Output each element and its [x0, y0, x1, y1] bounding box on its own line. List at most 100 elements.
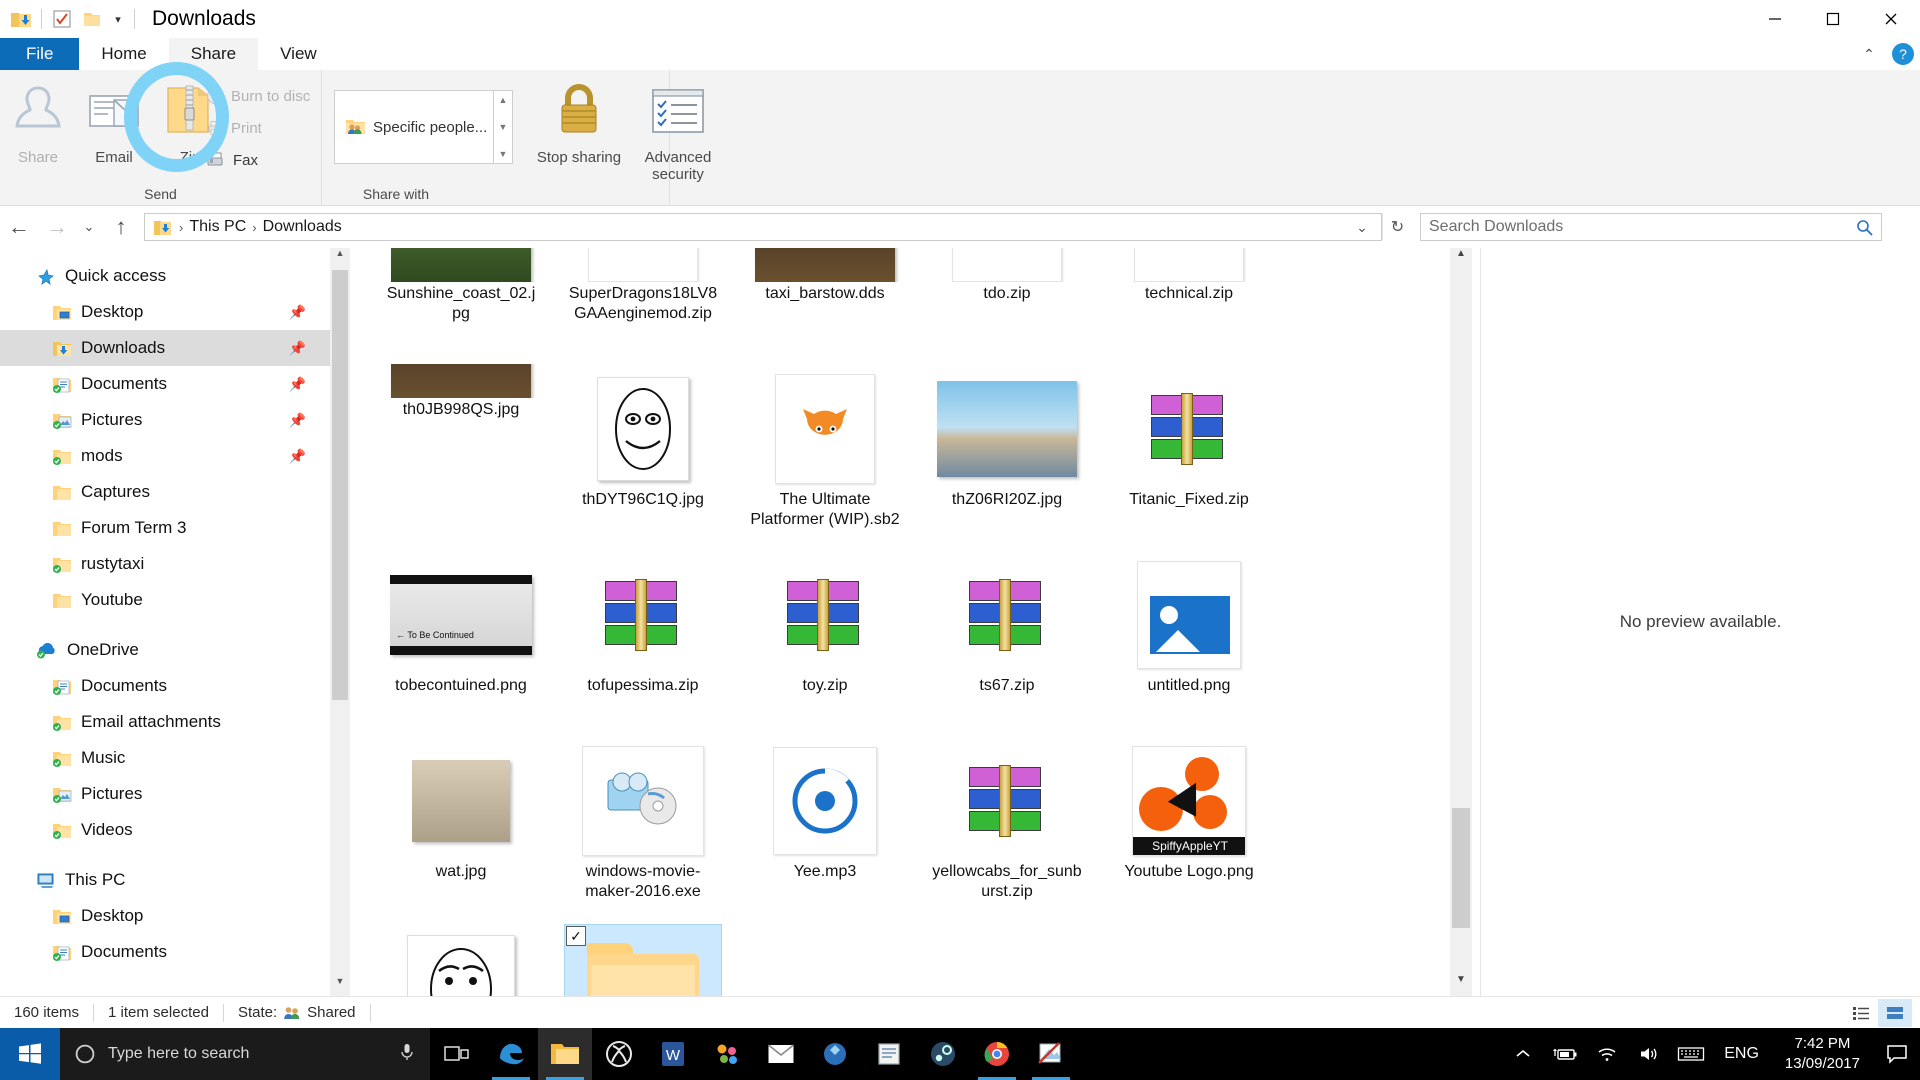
file-tile[interactable]: taxi_barstow.dds	[734, 248, 916, 364]
specific-people-item[interactable]: Specific people...	[335, 117, 487, 137]
maximize-button[interactable]	[1804, 0, 1862, 38]
search-input[interactable]: Search Downloads	[1420, 213, 1882, 241]
up-button[interactable]: ↑	[102, 206, 140, 248]
speaker-icon[interactable]	[1628, 1028, 1670, 1080]
chevron-up-icon[interactable]	[1502, 1028, 1544, 1080]
print-button[interactable]: Print	[206, 112, 316, 144]
breadcrumb-this-pc[interactable]: This PC	[189, 218, 246, 236]
file-tile[interactable]: SpiffyAppleYT Youtube Logo.png	[1098, 736, 1280, 922]
file-tile[interactable]: yellowcabs_for_sunburst.zip	[916, 736, 1098, 922]
file-tile-checkbox[interactable]: ✓	[566, 926, 586, 946]
tab-file[interactable]: File	[0, 38, 80, 70]
tab-share[interactable]: Share	[168, 38, 259, 70]
close-button[interactable]	[1862, 0, 1920, 38]
file-tile[interactable]: toy.zip	[734, 550, 916, 736]
fax-button[interactable]: Fax	[206, 144, 316, 176]
checkbox-properties-icon[interactable]	[47, 4, 77, 34]
file-tile[interactable]: ✓TEST	[552, 922, 734, 996]
taskbar-app-notepad-icon[interactable]	[862, 1028, 916, 1080]
file-list-scrollbar[interactable]: ▲ ▼	[1450, 248, 1472, 996]
tab-home[interactable]: Home	[79, 38, 168, 70]
gallery-scroll-up-icon[interactable]: ▲	[499, 95, 508, 105]
taskbar-app-chrome-icon[interactable]	[970, 1028, 1024, 1080]
pin-icon[interactable]: 📌	[289, 340, 306, 357]
advanced-security-button[interactable]: Advanced security	[622, 78, 734, 184]
pin-icon[interactable]: 📌	[289, 448, 306, 465]
sidebar-item-this-pc-documents[interactable]: Documents	[0, 934, 330, 970]
battery-charging-icon[interactable]	[1544, 1028, 1586, 1080]
email-button[interactable]: Email	[76, 78, 152, 166]
language-indicator[interactable]: ENG	[1712, 1045, 1771, 1063]
wifi-icon[interactable]	[1586, 1028, 1628, 1080]
details-view-button[interactable]	[1844, 999, 1878, 1027]
file-scroll-up-icon[interactable]: ▲	[1450, 248, 1472, 270]
file-tile[interactable]: untitled.png	[1098, 550, 1280, 736]
pin-icon[interactable]: 📌	[289, 304, 306, 321]
file-tile[interactable]: The Ultimate Platformer (WIP).sb2	[734, 364, 916, 550]
gallery-expand-icon[interactable]: ▼	[499, 149, 508, 159]
sidebar-group-onedrive[interactable]: OneDrive	[0, 632, 330, 668]
file-tile[interactable]: Y-U-NO-Guy-Meme-Face.jpg	[370, 922, 552, 996]
share-button[interactable]: Share	[0, 78, 76, 166]
back-button[interactable]: ←	[0, 206, 38, 248]
burn-to-disc-button[interactable]: Burn to disc	[206, 80, 316, 112]
file-tile[interactable]: SuperDragons18LV8GAAenginemod.zip	[552, 248, 734, 364]
sidebar-item-rustytaxi[interactable]: rustytaxi	[0, 546, 330, 582]
sidebar-group-this-pc[interactable]: This PC	[0, 862, 330, 898]
file-tile[interactable]: windows-movie-maker-2016.exe	[552, 736, 734, 922]
help-icon[interactable]: ?	[1892, 43, 1914, 65]
gallery-scroll-down-icon[interactable]: ▼	[499, 122, 508, 132]
new-folder-icon[interactable]	[77, 4, 107, 34]
sidebar-item-youtube[interactable]: Youtube	[0, 582, 330, 618]
file-tile[interactable]: th0JB998QS.jpg	[370, 364, 552, 480]
sidebar-item-onedrive-documents[interactable]: Documents	[0, 668, 330, 704]
customize-quick-access-caret-icon[interactable]: ▾	[107, 5, 129, 33]
file-tile[interactable]: ← To Be Continued tobecontuined.png	[370, 550, 552, 736]
keyboard-icon[interactable]	[1670, 1028, 1712, 1080]
nav-scroll-thumb[interactable]	[332, 270, 348, 700]
taskbar-app-edge-icon[interactable]	[484, 1028, 538, 1080]
collapse-ribbon-icon[interactable]: ⌃	[1856, 46, 1882, 63]
sidebar-item-forum-term-3[interactable]: Forum Term 3	[0, 510, 330, 546]
sidebar-item-desktop[interactable]: Desktop 📌	[0, 294, 330, 330]
taskbar-app-scratch-icon[interactable]	[700, 1028, 754, 1080]
taskbar-app-mail-icon[interactable]	[754, 1028, 808, 1080]
downloads-folder-icon[interactable]	[6, 4, 36, 34]
file-tile[interactable]: tofupessima.zip	[552, 550, 734, 736]
address-path-field[interactable]: › This PC › Downloads ⌄	[144, 213, 1382, 241]
pin-icon[interactable]: 📌	[289, 376, 306, 393]
sidebar-item-email-attachments[interactable]: Email attachments	[0, 704, 330, 740]
sidebar-item-downloads[interactable]: Downloads 📌	[0, 330, 330, 366]
action-center-icon[interactable]	[1874, 1028, 1920, 1080]
file-tile[interactable]: Titanic_Fixed.zip	[1098, 364, 1280, 550]
file-tile[interactable]: Yee.mp3	[734, 736, 916, 922]
file-scroll-down-icon[interactable]: ▼	[1450, 974, 1472, 996]
sidebar-item-captures[interactable]: Captures	[0, 474, 330, 510]
taskbar-app-rocket-league-icon[interactable]	[808, 1028, 862, 1080]
sidebar-item-videos[interactable]: Videos	[0, 812, 330, 848]
clock[interactable]: 7:42 PM 13/09/2017	[1771, 1034, 1874, 1075]
taskbar-app-paint-icon[interactable]	[1024, 1028, 1078, 1080]
file-tile[interactable]: thDYT96C1Q.jpg	[552, 364, 734, 550]
share-with-gallery-scrollbar[interactable]: ▲ ▼ ▼	[494, 90, 513, 164]
minimize-button[interactable]	[1746, 0, 1804, 38]
task-view-button[interactable]	[430, 1028, 484, 1080]
nav-scroll-up-icon[interactable]: ▲	[330, 248, 350, 268]
sidebar-item-this-pc-desktop[interactable]: Desktop	[0, 898, 330, 934]
taskbar-search-input[interactable]: Type here to search	[60, 1028, 430, 1080]
taskbar-app-file-explorer-icon[interactable]	[538, 1028, 592, 1080]
forward-button[interactable]: →	[38, 206, 76, 248]
breadcrumb-downloads[interactable]: Downloads	[263, 218, 342, 236]
sidebar-group-quick-access[interactable]: Quick access	[0, 258, 330, 294]
refresh-button[interactable]: ↻	[1382, 214, 1412, 240]
navigation-pane-scrollbar[interactable]: ▲ ▼	[330, 248, 350, 996]
taskbar-app-steam-icon[interactable]	[916, 1028, 970, 1080]
share-with-gallery[interactable]: Specific people...	[334, 90, 494, 164]
start-button[interactable]	[0, 1028, 60, 1080]
recent-locations-button[interactable]: ⌄	[76, 206, 102, 248]
file-tile[interactable]: tdo.zip	[916, 248, 1098, 364]
file-list-view[interactable]: Sunshine_coast_02.jpg SuperDragons18LV8GA…	[370, 248, 1440, 996]
address-dropdown-icon[interactable]: ⌄	[1349, 214, 1375, 240]
pin-icon[interactable]: 📌	[289, 412, 306, 429]
file-tile[interactable]: Sunshine_coast_02.jpg	[370, 248, 552, 364]
